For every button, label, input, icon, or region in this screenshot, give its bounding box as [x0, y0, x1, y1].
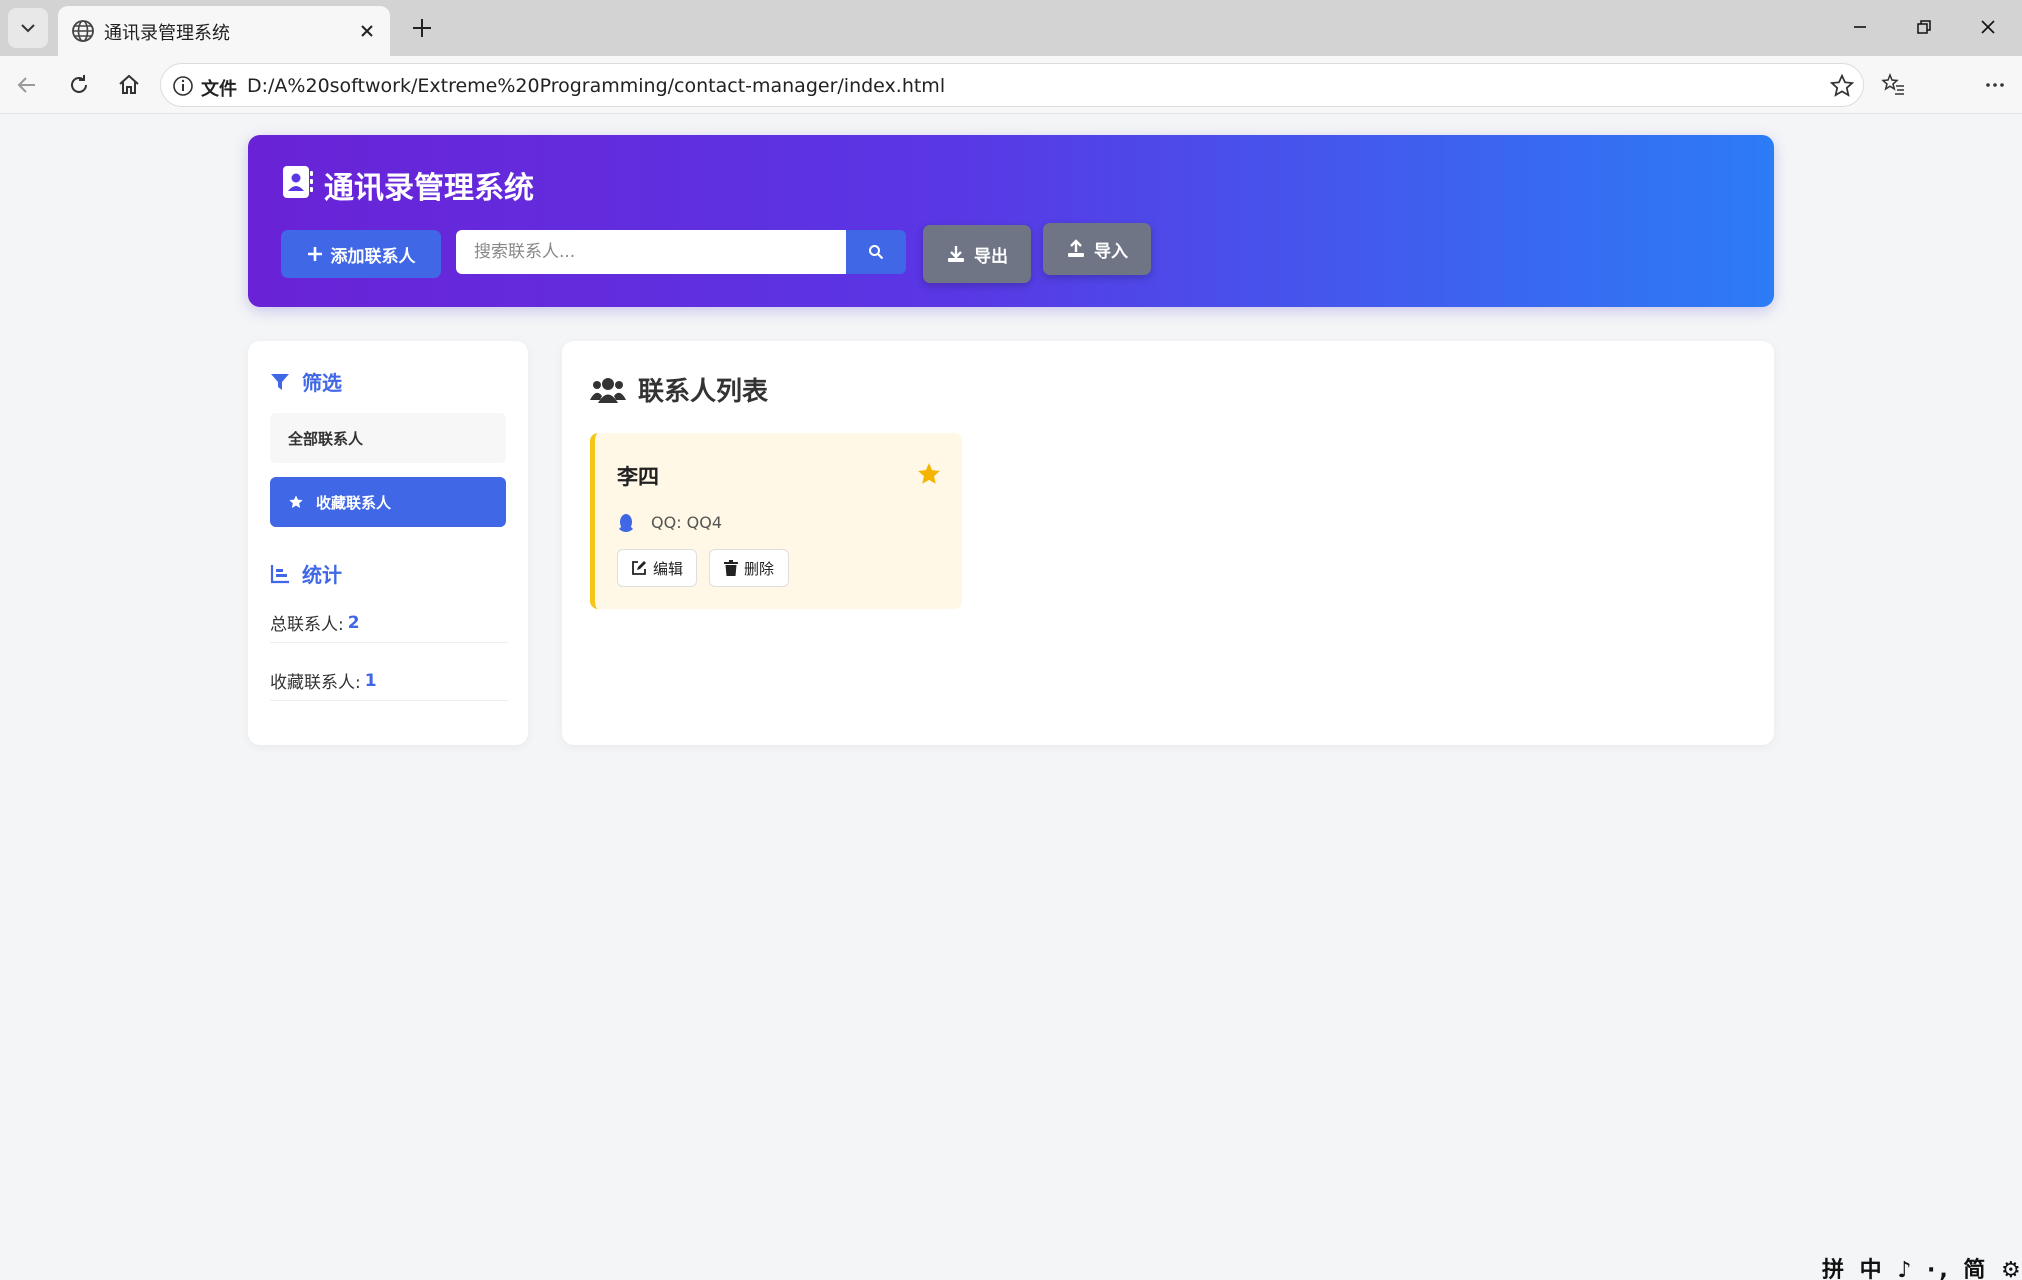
more-icon	[1986, 83, 2004, 87]
search-button[interactable]	[846, 230, 906, 274]
restore-button[interactable]	[1902, 8, 1946, 46]
delete-label: 删除	[743, 559, 774, 578]
add-contact-button[interactable]: 添加联系人	[281, 230, 441, 278]
page-title: 通讯录管理系统	[324, 171, 534, 206]
stat-total-value: 2	[347, 612, 360, 633]
plus-icon	[413, 19, 431, 37]
download-icon	[948, 246, 964, 262]
stat-favorite-label: 收藏联系人:	[270, 673, 361, 693]
more-menu-button[interactable]	[1978, 68, 2012, 102]
edit-label: 编辑	[652, 559, 683, 578]
add-contact-label: 添加联系人	[330, 246, 416, 267]
globe-icon	[72, 20, 94, 42]
export-button[interactable]: 导出	[923, 225, 1031, 283]
edit-contact-button[interactable]: 编辑	[617, 549, 697, 587]
favorites-list-icon	[1881, 72, 1904, 95]
home-icon	[119, 74, 139, 94]
address-book-icon	[283, 166, 313, 198]
favorites-button[interactable]	[1876, 68, 1910, 102]
contact-card: 李四 QQ: QQ4 编辑 删除	[590, 433, 962, 609]
filter-title: 筛选	[302, 371, 342, 395]
stat-favorite-value: 1	[364, 670, 377, 691]
trash-icon	[723, 560, 738, 576]
stat-total-contacts: 总联系人: 2	[270, 603, 508, 643]
browser-toolbar: 文件 D:/A%20softwork/Extreme%20Programming…	[0, 56, 2022, 156]
favorite-star-icon[interactable]	[916, 461, 942, 487]
contact-list-heading: 联系人列表	[590, 371, 768, 408]
browser-tab-bar: 通讯录管理系统	[0, 0, 2022, 56]
app-header: 通讯录管理系统 添加联系人 导出 导入	[248, 135, 1774, 307]
info-icon	[173, 76, 193, 96]
filter-all-contacts[interactable]: 全部联系人	[270, 413, 506, 463]
back-button[interactable]	[8, 66, 46, 104]
tab-close-button[interactable]	[354, 18, 380, 44]
minimize-icon	[1854, 26, 1866, 28]
contact-qq: QQ: QQ4	[651, 513, 723, 532]
stats-section-heading: 统计	[270, 559, 342, 588]
import-label: 导入	[1094, 241, 1128, 262]
bar-chart-icon	[270, 564, 289, 583]
contact-list-panel: 联系人列表 李四 QQ: QQ4 编辑 删除	[562, 341, 1774, 745]
delete-contact-button[interactable]: 删除	[709, 549, 789, 587]
stat-total-label: 总联系人:	[270, 615, 344, 635]
close-icon	[361, 25, 373, 37]
reload-icon	[71, 75, 87, 93]
users-icon	[590, 377, 626, 403]
qq-icon	[619, 514, 633, 532]
import-button[interactable]: 导入	[1043, 223, 1151, 275]
export-label: 导出	[974, 246, 1008, 267]
minimize-button[interactable]	[1838, 8, 1882, 46]
page-viewport: 通讯录管理系统 添加联系人 导出 导入 筛选 全部联系人 收藏联系人	[0, 115, 2022, 1280]
restore-icon	[1917, 20, 1931, 34]
search-icon	[869, 245, 884, 260]
reload-button[interactable]	[60, 66, 98, 104]
search-input[interactable]	[456, 230, 846, 274]
upload-icon	[1068, 239, 1084, 257]
browser-tab[interactable]: 通讯录管理系统	[58, 6, 390, 56]
stats-title: 统计	[302, 563, 342, 587]
contact-list-title: 联系人列表	[638, 377, 769, 407]
stat-favorite-contacts: 收藏联系人: 1	[270, 661, 508, 701]
chevron-down-icon	[21, 24, 35, 33]
filter-section-heading: 筛选	[270, 367, 342, 396]
address-bar[interactable]: 文件 D:/A%20softwork/Extreme%20Programming…	[160, 63, 1864, 107]
favorite-star-icon[interactable]	[1829, 73, 1855, 99]
home-button[interactable]	[110, 66, 148, 104]
star-icon	[289, 495, 303, 508]
close-icon	[1981, 20, 1995, 34]
edit-icon	[632, 561, 646, 575]
new-tab-button[interactable]	[404, 10, 440, 46]
arrow-left-icon	[17, 77, 35, 93]
address-scheme-label: 文件	[201, 79, 237, 100]
sidebar: 筛选 全部联系人 收藏联系人 统计 总联系人: 2 收藏联系人: 1	[248, 341, 528, 745]
tab-list-button[interactable]	[8, 8, 48, 48]
filter-icon	[271, 373, 289, 390]
contact-name: 李四	[617, 465, 659, 489]
filter-favorite-contacts[interactable]: 收藏联系人	[270, 477, 506, 527]
tab-title: 通讯录管理系统	[104, 23, 230, 44]
address-url: D:/A%20softwork/Extreme%20Programming/co…	[247, 75, 946, 97]
plus-icon	[307, 247, 322, 261]
filter-all-label: 全部联系人	[288, 429, 364, 448]
filter-favorite-label: 收藏联系人	[316, 493, 392, 512]
window-close-button[interactable]	[1966, 8, 2010, 46]
ime-status-bar[interactable]: 拼 中 ♪ ·, 简 ⚙	[1822, 1252, 2022, 1280]
